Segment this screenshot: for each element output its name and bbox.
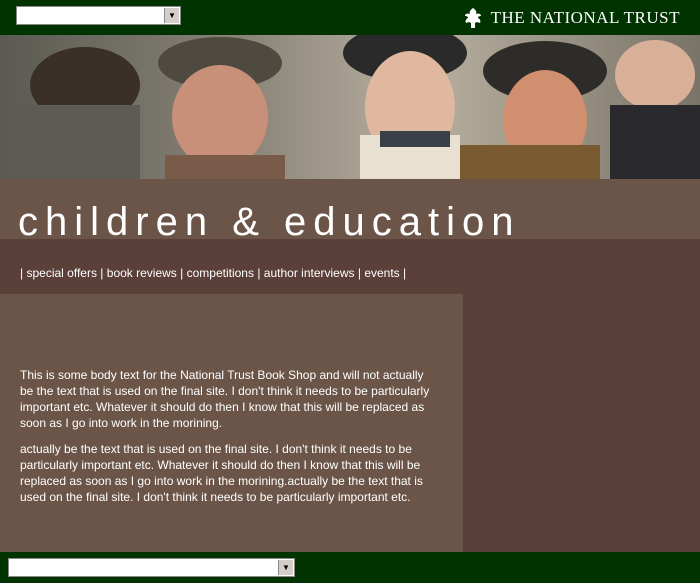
hero-banner bbox=[0, 35, 700, 179]
nav-events[interactable]: events bbox=[364, 266, 399, 280]
right-column bbox=[463, 294, 700, 552]
nav-separator: | bbox=[403, 266, 407, 280]
nav-separator: | bbox=[100, 266, 104, 280]
bottom-dropdown[interactable]: ▼ bbox=[8, 558, 295, 577]
nav-competitions[interactable]: competitions bbox=[187, 266, 254, 280]
top-bar: ▼ THE NATIONAL TRUST bbox=[0, 0, 700, 35]
chevron-down-icon[interactable]: ▼ bbox=[164, 8, 179, 23]
section-nav: | special offers | book reviews | compet… bbox=[20, 266, 406, 280]
nav-separator: | bbox=[257, 266, 261, 280]
chevron-down-icon[interactable]: ▼ bbox=[278, 560, 293, 575]
oak-leaf-icon bbox=[464, 8, 481, 28]
nav-book-reviews[interactable]: book reviews bbox=[107, 266, 177, 280]
body-text: This is some body text for the National … bbox=[20, 367, 430, 515]
nav-separator: | bbox=[20, 266, 24, 280]
nav-separator: | bbox=[180, 266, 184, 280]
body-paragraph-1: This is some body text for the National … bbox=[20, 368, 430, 430]
brand-name: THE NATIONAL TRUST bbox=[490, 8, 680, 27]
nav-special-offers[interactable]: special offers bbox=[26, 266, 96, 280]
children-photo bbox=[0, 35, 700, 179]
page-title: children & education bbox=[18, 200, 521, 244]
body-paragraph-2: actually be the text that is used on the… bbox=[20, 442, 423, 504]
national-trust-logo[interactable]: THE NATIONAL TRUST bbox=[461, 6, 680, 30]
bottom-bar: ▼ bbox=[0, 552, 700, 583]
nav-author-interviews[interactable]: author interviews bbox=[264, 266, 355, 280]
top-dropdown[interactable]: ▼ bbox=[16, 6, 181, 25]
nav-separator: | bbox=[357, 266, 361, 280]
